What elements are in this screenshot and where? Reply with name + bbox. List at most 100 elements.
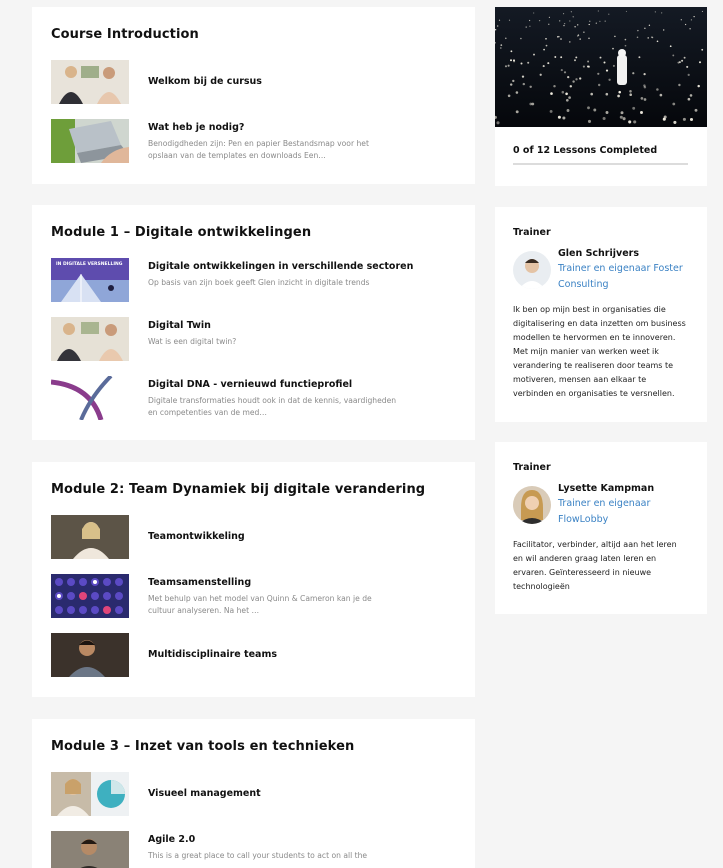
- hero-light-dot: [510, 59, 512, 62]
- module-title: Module 1 – Digitale ontwikkelingen: [51, 225, 312, 240]
- hero-light-dot: [529, 85, 532, 89]
- lesson-title[interactable]: Wat heb je nodig?: [148, 121, 398, 135]
- lesson-multidisciplinaire-teams[interactable]: Multidisciplinaire teams: [51, 633, 456, 677]
- lesson-description: Op basis van zijn boek geeft Glen inzich…: [148, 278, 370, 287]
- hero-light-dot: [582, 65, 585, 68]
- hero-light-dot: [624, 44, 627, 47]
- trainer-role-link[interactable]: Trainer en eigenaar FlowLobby: [558, 496, 689, 528]
- hero-light-dot: [548, 23, 550, 25]
- dna-thumbnail[interactable]: [51, 376, 129, 420]
- avatar: [513, 251, 551, 289]
- hero-light-dot: [539, 73, 542, 76]
- visueel-management-thumbnail[interactable]: [51, 772, 129, 816]
- hero-light-dot: [553, 84, 556, 88]
- laptop-thumbnail[interactable]: [51, 119, 129, 163]
- hero-light-dot: [543, 48, 545, 51]
- hero-light-dot: [562, 116, 566, 120]
- hero-light-dot: [538, 19, 541, 22]
- hero-light-dot: [510, 50, 513, 53]
- lesson-title[interactable]: Digital DNA - vernieuwd functieprofiel: [148, 378, 398, 392]
- hero-light-dot: [509, 83, 513, 86]
- hero-light-dot: [680, 19, 682, 21]
- hero-light-dot: [662, 29, 665, 31]
- hero-light-dot: [588, 37, 590, 40]
- hero-light-dot: [547, 62, 550, 65]
- hero-light-dot: [632, 106, 636, 110]
- hero-light-dot: [640, 111, 643, 114]
- hero-light-dot: [677, 61, 680, 64]
- module-1: Module 1 – Digitale ontwikkelingen IN DI…: [32, 205, 475, 440]
- lesson-title[interactable]: Welkom bij de cursus: [148, 75, 262, 89]
- digital-twin-thumbnail[interactable]: [51, 317, 129, 361]
- trainer-card-glen: Trainer Glen Schrijvers Trainer en eigen…: [495, 207, 707, 422]
- hero-light-dot: [686, 65, 689, 68]
- hero-light-dot: [563, 13, 565, 15]
- hero-light-dot: [633, 120, 637, 124]
- lesson-title[interactable]: Digitale ontwikkelingen in verschillende…: [148, 260, 413, 274]
- lesson-welkom[interactable]: Welkom bij de cursus: [51, 60, 456, 104]
- hero-light-dot: [603, 61, 606, 64]
- multidisciplinaire-thumbnail[interactable]: [51, 633, 129, 677]
- hero-light-dot: [678, 83, 681, 87]
- module-title: Module 2: Team Dynamiek bij digitale ver…: [51, 482, 426, 497]
- hero-light-dot: [583, 31, 585, 33]
- teamsamenstelling-thumbnail[interactable]: [51, 574, 129, 618]
- hero-light-dot: [659, 93, 663, 97]
- lesson-digital-twin[interactable]: Digital Twin Wat is een digital twin?: [51, 317, 456, 361]
- hero-light-dot: [690, 19, 693, 21]
- hero-light-dot: [566, 109, 570, 112]
- hero-light-dot: [528, 19, 531, 22]
- hero-light-dot: [498, 19, 501, 21]
- agile-thumbnail[interactable]: [51, 831, 129, 868]
- lesson-teamontwikkeling[interactable]: Teamontwikkeling: [51, 515, 456, 559]
- lesson-title[interactable]: Agile 2.0: [148, 833, 367, 847]
- lesson-title[interactable]: Visueel management: [148, 787, 261, 801]
- lesson-title[interactable]: Digital Twin: [148, 319, 236, 333]
- hero-light-dot: [554, 56, 557, 58]
- hero-light-dot: [614, 35, 616, 38]
- lesson-visueel-management[interactable]: Visueel management: [51, 772, 456, 816]
- teamontwikkeling-thumbnail[interactable]: [51, 515, 129, 559]
- hero-light-dot: [548, 16, 550, 18]
- hero-light-dot: [597, 72, 600, 75]
- hero-light-dot: [593, 108, 597, 112]
- module-2: Module 2: Team Dynamiek bij digitale ver…: [32, 462, 475, 697]
- hero-light-dot: [574, 26, 576, 28]
- hero-light-dot: [643, 98, 647, 101]
- hero-light-dot: [531, 102, 535, 106]
- hero-light-dot: [575, 56, 578, 59]
- hero-light-dot: [525, 26, 527, 28]
- hero-light-dot: [567, 75, 570, 79]
- trainer-card-lysette: Trainer Lysette Kampman Trainer en eigen…: [495, 442, 707, 614]
- welcome-thumbnail[interactable]: [51, 60, 129, 104]
- hero-light-dot: [651, 36, 653, 38]
- hero-light-dot: [644, 27, 646, 29]
- book-cover-thumbnail[interactable]: IN DIGITALE VERSNELLING: [51, 258, 129, 302]
- trainer-role-link[interactable]: Trainer en eigenaar Foster Consulting: [558, 261, 689, 293]
- hero-light-dot: [570, 11, 572, 13]
- course-page: Course Introduction Welkom bij de cursus: [0, 0, 723, 868]
- hero-light-dot: [572, 16, 574, 18]
- trainer-name: Glen Schrijvers: [558, 248, 639, 259]
- hero-light-dot: [597, 10, 599, 12]
- lesson-digital-dna[interactable]: Digital DNA - vernieuwd functieprofiel D…: [51, 376, 456, 420]
- hero-light-dot: [588, 23, 590, 26]
- hero-light-dot: [608, 78, 611, 81]
- hero-light-dot: [612, 47, 614, 50]
- hero-light-dot: [568, 96, 571, 99]
- lesson-wat-heb-je-nodig[interactable]: Wat heb je nodig? Benodigdheden zijn: Pe…: [51, 119, 456, 163]
- lesson-agile[interactable]: Agile 2.0 This is a great place to call …: [51, 831, 456, 868]
- hero-light-dot: [497, 25, 499, 27]
- hero-light-dot: [568, 41, 571, 43]
- lesson-digitale-ontwikkelingen[interactable]: IN DIGITALE VERSNELLING Digitale ontwikk…: [51, 258, 456, 302]
- lesson-title[interactable]: Teamontwikkeling: [148, 530, 245, 544]
- trainer-label: Trainer: [513, 462, 551, 473]
- hero-light-dot: [522, 82, 526, 86]
- hero-light-dot: [661, 12, 663, 14]
- hero-light-dot: [589, 20, 591, 22]
- lesson-title[interactable]: Multidisciplinaire teams: [148, 648, 277, 662]
- hero-light-dot: [647, 37, 649, 39]
- hero-light-dot: [569, 85, 573, 88]
- lesson-teamsamenstelling[interactable]: Teamsamenstelling Met behulp van het mod…: [51, 574, 456, 618]
- lesson-title[interactable]: Teamsamenstelling: [148, 576, 398, 590]
